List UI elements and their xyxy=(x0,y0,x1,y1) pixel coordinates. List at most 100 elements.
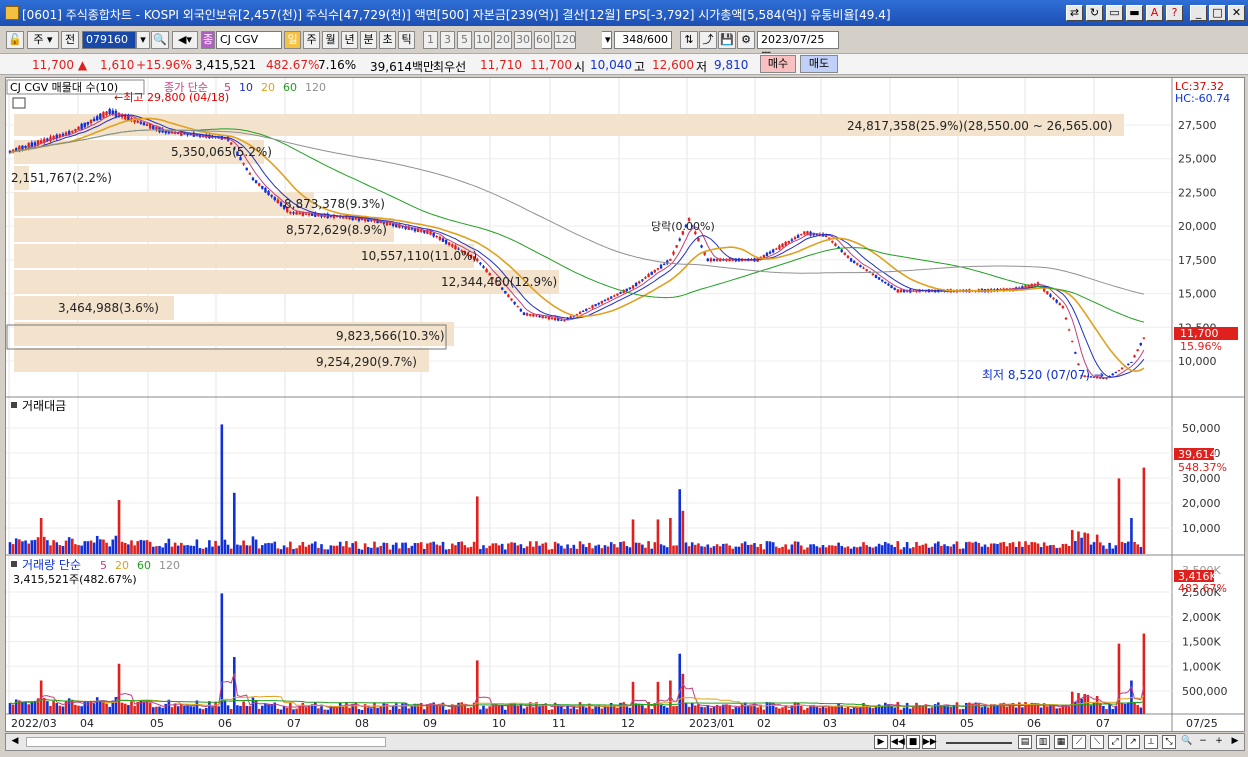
help-icon[interactable]: ? xyxy=(1166,5,1183,21)
settings-icon[interactable]: ⚙ xyxy=(737,31,755,49)
candle-body xyxy=(298,212,301,215)
forward-icon[interactable]: ▶▶ xyxy=(922,735,937,749)
interval-button-3[interactable]: 3 xyxy=(440,31,455,49)
period-button-3[interactable]: 월 xyxy=(322,31,339,49)
rewind-icon[interactable]: ◀◀ xyxy=(890,735,905,749)
stock-name-field[interactable]: CJ CGV xyxy=(216,31,282,49)
period-button-4[interactable]: 년 xyxy=(341,31,358,49)
period-button-7[interactable]: 틱 xyxy=(398,31,415,49)
minimize-button[interactable]: _ xyxy=(1190,5,1207,21)
close-button[interactable]: ✕ xyxy=(1228,5,1245,21)
chart-type-icon-6[interactable]: ⤢ xyxy=(1108,735,1122,749)
chart-type-icon-1[interactable]: ▤ xyxy=(1018,735,1032,749)
period-button-2[interactable]: 주 xyxy=(303,31,320,49)
amount-bar xyxy=(974,541,977,554)
interval-button-60[interactable]: 60 xyxy=(534,31,552,49)
chart-scrollbar[interactable]: ◀ ▶ ◀◀ ■ ▶▶ ▤ ▥ ▦ ⟋ ⟍ ⤢ ↗ ⟂ ⤡ 🔍 − + ▶ xyxy=(5,733,1245,751)
chart-area[interactable]: 24,817,358(25.9%)(28,550.00 ~ 26,565.00)… xyxy=(5,77,1245,732)
sound-icon[interactable]: ◀▾ xyxy=(172,31,198,49)
volume-sub-legend: 3,415,521주(482.67%) xyxy=(13,573,137,586)
volume-bar xyxy=(902,707,906,714)
period-button-5[interactable]: 분 xyxy=(360,31,377,49)
amount-bar xyxy=(404,542,407,554)
maximize-button[interactable]: □ xyxy=(1209,5,1226,21)
amount-bar xyxy=(513,542,516,554)
interval-button-1[interactable]: 1 xyxy=(423,31,438,49)
amount-bar xyxy=(924,543,928,554)
candle-body xyxy=(267,190,270,196)
chart-type-icon-9[interactable]: ⤡ xyxy=(1162,735,1176,749)
amount-last-value: 39,614 xyxy=(1178,448,1217,461)
chart-type-icon-5[interactable]: ⟍ xyxy=(1090,735,1104,749)
indicator-icon[interactable]: ⤴ xyxy=(699,31,717,49)
interval-button-20[interactable]: 20 xyxy=(494,31,512,49)
chart-type-icon-3[interactable]: ▦ xyxy=(1054,735,1068,749)
chart-canvas[interactable]: 24,817,358(25.9%)(28,550.00 ~ 26,565.00)… xyxy=(6,78,1244,731)
amount-bar xyxy=(1024,541,1027,554)
date-field[interactable]: 2023/07/25 ▦ xyxy=(757,31,839,62)
prev-button[interactable]: 전 xyxy=(61,31,79,49)
buy-button[interactable]: 매수 xyxy=(760,55,796,73)
candle-body xyxy=(307,213,311,216)
zoom-slider[interactable] xyxy=(946,742,1012,744)
play-icon[interactable]: ▶ xyxy=(874,735,888,749)
amount-bar xyxy=(432,541,435,554)
zoom-icon[interactable]: 🔍 xyxy=(1180,735,1194,749)
volume-bar xyxy=(117,663,121,714)
save-icon[interactable]: 💾 xyxy=(718,31,736,49)
amount-bar xyxy=(120,541,124,554)
pin-icon[interactable]: ▬ xyxy=(1126,5,1143,21)
price-text: 11,700 xyxy=(32,58,74,72)
window-icon[interactable]: ▭ xyxy=(1106,5,1123,21)
chart-type-icon-8[interactable]: ⟂ xyxy=(1144,735,1158,749)
period-button-6[interactable]: 초 xyxy=(379,31,396,49)
amount-bar xyxy=(391,544,395,554)
refresh-icon[interactable]: ↻ xyxy=(1086,5,1103,21)
volume-bar xyxy=(282,706,286,714)
scroll-thumb[interactable] xyxy=(26,737,386,747)
period-button-1[interactable]: 일 xyxy=(284,31,301,49)
favorite-icon[interactable]: 종 xyxy=(201,31,215,49)
count-field[interactable]: 348/600 xyxy=(614,31,672,49)
candle-body xyxy=(768,251,772,254)
stop-icon[interactable]: ■ xyxy=(906,735,920,749)
candle-body xyxy=(619,292,622,294)
interval-dropdown[interactable]: ▾ xyxy=(602,31,612,49)
link-icon[interactable]: ⇄ xyxy=(1066,5,1083,21)
code-input[interactable]: 079160 xyxy=(82,31,136,49)
amount-bar xyxy=(525,546,529,554)
chart-type-icon-4[interactable]: ⟋ xyxy=(1072,735,1086,749)
interval-button-10[interactable]: 10 xyxy=(474,31,492,49)
volume-bar xyxy=(896,702,900,714)
chevron-down-icon[interactable]: ▾ xyxy=(136,31,150,49)
lock-icon[interactable]: 🔓 xyxy=(6,31,24,49)
volume-bar xyxy=(479,709,482,714)
amount-bar xyxy=(968,541,971,554)
amount-bar xyxy=(855,547,859,554)
x-axis-label: 2023/01 xyxy=(689,717,735,730)
font-icon[interactable]: A xyxy=(1146,5,1163,21)
search-icon[interactable]: 🔍 xyxy=(151,31,169,49)
amount-bar xyxy=(908,548,912,554)
volume-bar xyxy=(803,709,806,714)
volume-bar xyxy=(1014,707,1018,714)
chart-type-icon-7[interactable]: ↗ xyxy=(1126,735,1140,749)
interval-button-5[interactable]: 5 xyxy=(457,31,472,49)
chart-type-icon-2[interactable]: ▥ xyxy=(1036,735,1050,749)
scroll-right-icon[interactable]: ▶ xyxy=(1228,735,1242,749)
sell-button[interactable]: 매도 xyxy=(800,55,838,73)
zoom-out-icon[interactable]: − xyxy=(1196,735,1210,749)
type-select[interactable]: 주 ▾ xyxy=(27,31,59,49)
amount-bar xyxy=(261,545,264,554)
scroll-left-icon[interactable]: ◀ xyxy=(8,735,22,749)
interval-button-120[interactable]: 120 xyxy=(554,31,576,49)
amount-bar xyxy=(1127,541,1130,554)
interval-button-30[interactable]: 30 xyxy=(514,31,532,49)
candle-body xyxy=(675,245,678,248)
tool-icon[interactable]: ⇅ xyxy=(680,31,698,49)
volume-bar xyxy=(600,708,604,714)
zoom-in-icon[interactable]: + xyxy=(1212,735,1226,749)
panel-marker xyxy=(11,402,17,408)
amount-bar xyxy=(217,545,221,554)
x-axis-label: 2022/03 xyxy=(11,717,57,730)
